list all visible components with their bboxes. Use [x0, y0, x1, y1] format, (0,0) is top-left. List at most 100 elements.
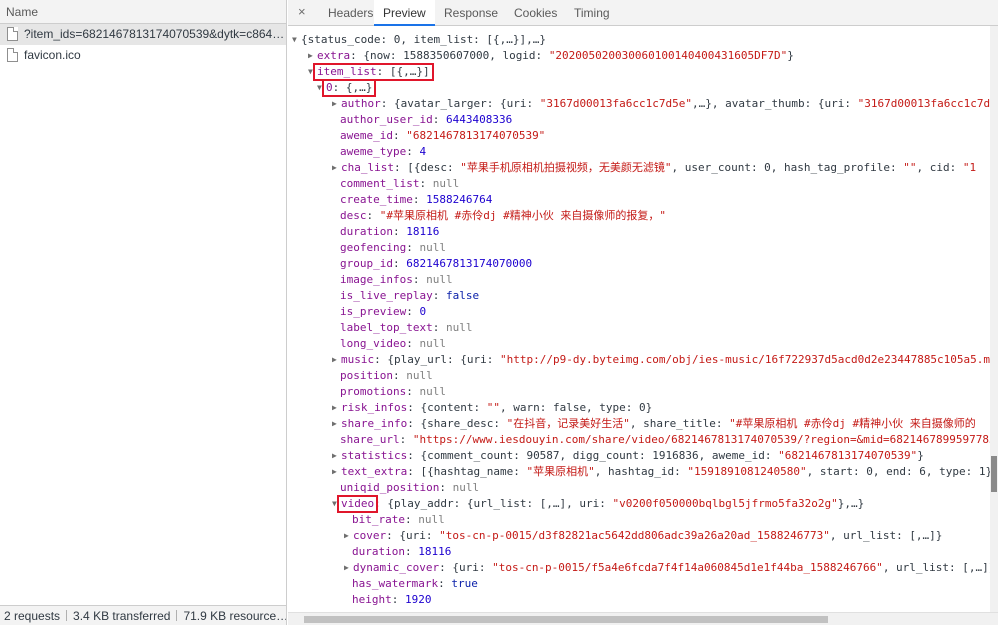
json-line[interactable]: ▶ risk_infos: {content: "", warn: false, …: [332, 400, 652, 416]
json-line: label_top_text: null: [340, 320, 472, 336]
json-line[interactable]: ▼ video: {play_addr: {url_list: [,…], uri…: [332, 496, 864, 512]
collapse-triangle-icon[interactable]: ▶: [332, 96, 341, 112]
json-punctuation: ,…}, avatar_thumb: {uri:: [692, 97, 858, 110]
json-boolean: true: [451, 577, 478, 590]
tab-headers[interactable]: Headers: [320, 0, 381, 26]
json-line[interactable]: ▶ cover: {uri: "tos-cn-p-0015/d3f82821ac5…: [344, 528, 942, 544]
json-punctuation: , url_list: [,…]}: [882, 561, 996, 574]
vertical-scrollbar[interactable]: [990, 26, 998, 612]
json-punctuation: : {play_url: {uri:: [374, 353, 500, 366]
json-punctuation: : {play_addr: {url_list: [,…], uri:: [374, 497, 613, 510]
json-line[interactable]: ▶ dynamic_cover: {uri: "tos-cn-p-0015/f5a…: [344, 560, 995, 576]
divider: [66, 610, 68, 621]
tab-cookies[interactable]: Cookies: [506, 0, 565, 26]
collapse-triangle-icon[interactable]: ▶: [344, 560, 353, 576]
json-key: dynamic_cover: [353, 561, 440, 574]
vertical-scroll-thumb[interactable]: [991, 456, 997, 492]
json-punctuation: , hashtag_id:: [594, 465, 688, 478]
json-line: is_live_replay: false: [340, 288, 479, 304]
json-punctuation: , user_count: 0, hash_tag_profile:: [671, 161, 904, 174]
json-punctuation: :: [392, 369, 407, 382]
json-key: long_video: [340, 337, 407, 350]
tab-preview[interactable]: Preview: [374, 0, 435, 26]
json-punctuation: :: [391, 593, 405, 606]
collapse-triangle-icon[interactable]: ▶: [332, 352, 341, 368]
json-line: aweme_id: "6821467813174070539": [340, 128, 545, 144]
horizontal-scroll-thumb[interactable]: [304, 616, 828, 623]
collapse-triangle-icon[interactable]: ▶: [332, 448, 341, 464]
collapse-triangle-icon[interactable]: ▶: [332, 400, 341, 416]
horizontal-scrollbar[interactable]: [288, 612, 998, 625]
expand-triangle-icon[interactable]: ▼: [292, 32, 301, 48]
json-key: height: [352, 593, 392, 606]
document-icon: [7, 48, 18, 62]
json-string: "6821467813174070539": [406, 129, 546, 142]
json-line: promotions: null: [340, 384, 446, 400]
json-string: "https://www.iesdouyin.com/share/video/6…: [412, 433, 996, 446]
json-punctuation: : {avatar_larger: {uri:: [380, 97, 540, 110]
json-line: group_id: 6821467813174070000: [340, 256, 532, 272]
close-icon[interactable]: ×: [298, 4, 306, 19]
json-punctuation: }: [787, 49, 794, 62]
json-number: 1588246764: [426, 193, 493, 206]
tab-timing[interactable]: Timing: [566, 0, 618, 26]
json-punctuation: : {content:: [407, 401, 487, 414]
json-punctuation: : {uri:: [439, 561, 493, 574]
json-punctuation: , warn: false, type: 0}: [499, 401, 653, 414]
json-line[interactable]: ▼ {status_code: 0, item_list: [{,…}],…}: [292, 32, 546, 48]
request-list-pane: Name ?item_ids=6821467813174070539&dytk=…: [0, 0, 287, 625]
collapse-triangle-icon[interactable]: ▶: [308, 48, 317, 64]
json-number: 18116: [418, 545, 452, 558]
json-key: author: [341, 97, 381, 110]
collapse-triangle-icon[interactable]: ▶: [332, 416, 341, 432]
collapse-triangle-icon[interactable]: ▶: [332, 464, 341, 480]
collapse-triangle-icon[interactable]: ▶: [344, 528, 353, 544]
json-string: "苹果原相机": [526, 465, 595, 478]
json-punctuation: , url_list: [,…]}: [829, 529, 943, 542]
name-column-header[interactable]: Name: [0, 0, 286, 24]
json-key: statistics: [341, 449, 408, 462]
json-line: bit_rate: null: [352, 512, 445, 528]
json-punctuation: :: [399, 433, 413, 446]
json-key: cha_list: [341, 161, 394, 174]
json-string: "3167d00013fa6cc1c7d5: [857, 97, 997, 110]
json-line: author_user_id: 6443408336: [340, 112, 512, 128]
json-number: 4: [419, 145, 427, 158]
json-null: null: [418, 513, 445, 526]
json-punctuation: : {comment_count: 90587, digg_count: 191…: [407, 449, 779, 462]
json-key: text_extra: [341, 465, 408, 478]
json-string: "v0200f050000bqlbgl5jfrmo5fa32o2g": [612, 497, 838, 510]
json-number: 0: [419, 305, 427, 318]
json-line[interactable]: ▶ author: {avatar_larger: {uri: "3167d000…: [332, 96, 997, 112]
json-line[interactable]: ▶ music: {play_url: {uri: "http://p9-dy.b…: [332, 352, 997, 368]
json-line[interactable]: ▶ share_info: {share_desc: "在抖音，记录美好生活", …: [332, 416, 976, 432]
json-punctuation: :: [439, 481, 453, 494]
json-boolean: false: [445, 289, 480, 302]
json-punctuation: : {share_desc:: [407, 417, 507, 430]
json-number: 6443408336: [445, 113, 513, 126]
json-line[interactable]: ▶ text_extra: [{hashtag_name: "苹果原相机", ha…: [332, 464, 998, 480]
json-punctuation: {status_code: 0, item_list: [{,…}],…}: [301, 33, 547, 46]
json-punctuation: : [{hashtag_name:: [407, 465, 527, 478]
request-row-item-ids[interactable]: ?item_ids=6821467813174070539&dytk=c864…: [0, 24, 286, 45]
tab-response[interactable]: Response: [436, 0, 506, 26]
collapse-triangle-icon[interactable]: ▶: [332, 160, 341, 176]
json-punctuation: :: [406, 305, 420, 318]
highlight-box-index-0: [322, 79, 377, 97]
json-line: create_time: 1588246764: [340, 192, 492, 208]
json-line: desc: "#苹果原相机 #赤伶dj #精神小伙 来自摄像师的报复，": [340, 208, 666, 224]
document-icon: [7, 27, 18, 41]
json-key: geofencing: [340, 241, 407, 254]
json-key: group_id: [340, 257, 393, 270]
request-detail-pane: × Headers Preview Response Cookies Timin…: [288, 0, 998, 625]
request-row-favicon[interactable]: favicon.ico: [0, 45, 286, 66]
json-string: "#苹果原相机 #赤伶dj #精神小伙 来自摄像师的: [729, 417, 976, 430]
json-line[interactable]: ▶ extra: {now: 1588350607000, logid: "202…: [308, 48, 794, 64]
json-number: 18116: [406, 225, 440, 238]
json-string: "1591891081240580": [687, 465, 807, 478]
json-line[interactable]: ▶ cha_list: [{desc: "苹果手机原相机拍摄视频，无美颜无滤镜",…: [332, 160, 976, 176]
json-punctuation: : {now: 1588350607000, logid:: [350, 49, 549, 62]
json-line[interactable]: ▶ statistics: {comment_count: 90587, digg…: [332, 448, 924, 464]
json-punctuation: , share_title:: [629, 417, 730, 430]
json-key: music: [341, 353, 375, 366]
